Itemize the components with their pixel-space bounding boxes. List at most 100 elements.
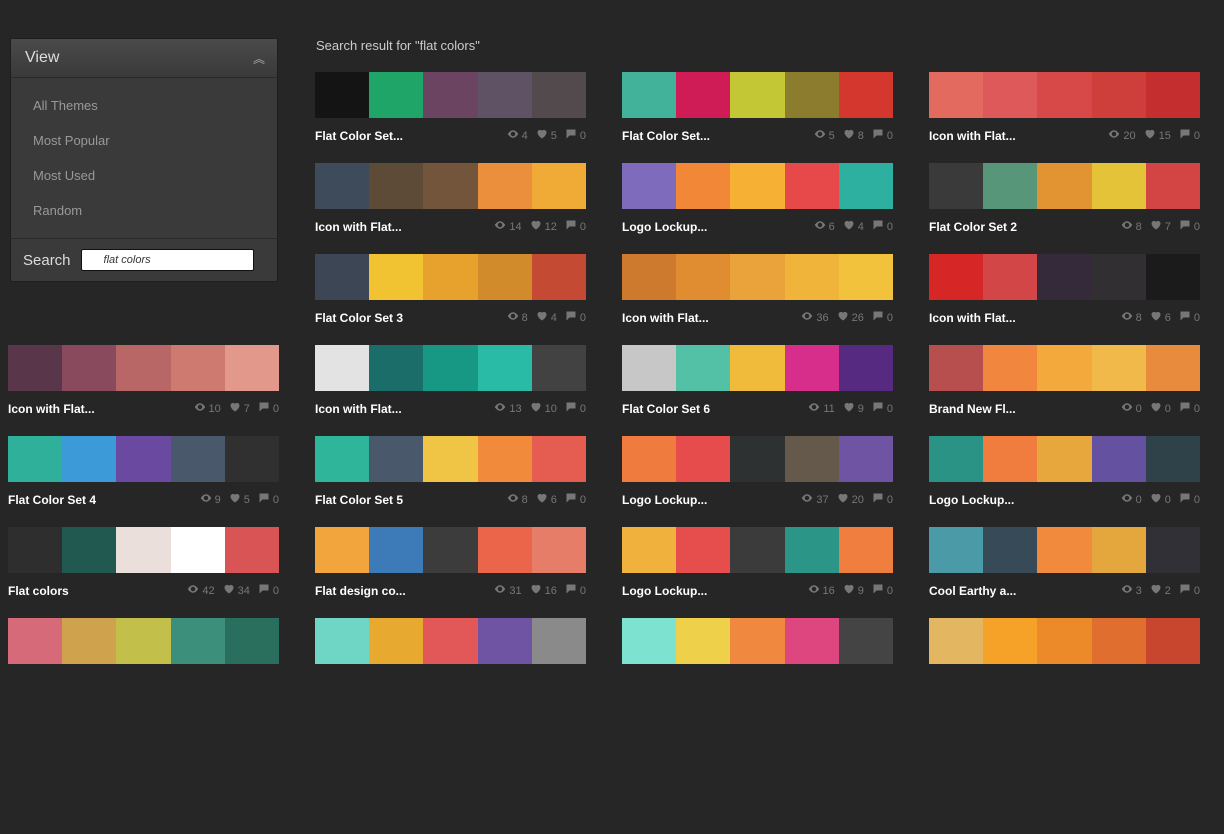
color-swatch[interactable]	[8, 345, 62, 391]
color-swatch[interactable]	[315, 436, 369, 482]
color-swatch[interactable]	[532, 254, 586, 300]
color-swatch[interactable]	[315, 72, 369, 118]
color-swatch[interactable]	[1037, 72, 1091, 118]
color-swatch[interactable]	[730, 527, 784, 573]
color-swatch[interactable]	[369, 345, 423, 391]
color-swatch[interactable]	[622, 72, 676, 118]
palette-name[interactable]: Flat Color Set 6	[622, 402, 710, 416]
palette-name[interactable]: Flat Color Set...	[622, 129, 710, 143]
color-swatch[interactable]	[171, 527, 225, 573]
color-swatch[interactable]	[1092, 254, 1146, 300]
color-swatch[interactable]	[478, 618, 532, 664]
color-swatch[interactable]	[622, 527, 676, 573]
color-swatch[interactable]	[8, 618, 62, 664]
color-swatch[interactable]	[839, 163, 893, 209]
color-swatch[interactable]	[1146, 345, 1200, 391]
color-swatch[interactable]	[478, 254, 532, 300]
color-swatch[interactable]	[983, 163, 1037, 209]
color-swatch[interactable]	[315, 345, 369, 391]
color-swatch[interactable]	[676, 618, 730, 664]
palette-name[interactable]: Icon with Flat...	[315, 220, 402, 234]
color-swatch[interactable]	[622, 618, 676, 664]
color-swatch[interactable]	[676, 436, 730, 482]
color-swatch[interactable]	[839, 345, 893, 391]
color-swatch[interactable]	[1092, 72, 1146, 118]
palette-swatches[interactable]	[622, 527, 893, 573]
palette-swatches[interactable]	[929, 163, 1200, 209]
color-swatch[interactable]	[225, 527, 279, 573]
color-swatch[interactable]	[785, 436, 839, 482]
color-swatch[interactable]	[785, 527, 839, 573]
color-swatch[interactable]	[676, 254, 730, 300]
palette-swatches[interactable]	[315, 527, 586, 573]
palette-swatches[interactable]	[8, 527, 279, 573]
color-swatch[interactable]	[983, 345, 1037, 391]
color-swatch[interactable]	[785, 72, 839, 118]
palette-name[interactable]: Icon with Flat...	[8, 402, 95, 416]
palette-swatches[interactable]	[8, 436, 279, 482]
palette-swatches[interactable]	[8, 618, 279, 664]
color-swatch[interactable]	[676, 72, 730, 118]
color-swatch[interactable]	[532, 527, 586, 573]
palette-swatches[interactable]	[315, 163, 586, 209]
palette-swatches[interactable]	[929, 436, 1200, 482]
palette-swatches[interactable]	[315, 72, 586, 118]
color-swatch[interactable]	[423, 72, 477, 118]
color-swatch[interactable]	[1092, 436, 1146, 482]
color-swatch[interactable]	[1146, 618, 1200, 664]
color-swatch[interactable]	[785, 254, 839, 300]
color-swatch[interactable]	[8, 436, 62, 482]
color-swatch[interactable]	[532, 618, 586, 664]
color-swatch[interactable]	[785, 618, 839, 664]
color-swatch[interactable]	[369, 163, 423, 209]
palette-name[interactable]: Icon with Flat...	[929, 129, 1016, 143]
color-swatch[interactable]	[315, 254, 369, 300]
palette-swatches[interactable]	[622, 436, 893, 482]
color-swatch[interactable]	[1037, 345, 1091, 391]
color-swatch[interactable]	[622, 436, 676, 482]
color-swatch[interactable]	[983, 436, 1037, 482]
color-swatch[interactable]	[116, 618, 170, 664]
color-swatch[interactable]	[62, 345, 116, 391]
color-swatch[interactable]	[929, 436, 983, 482]
color-swatch[interactable]	[225, 345, 279, 391]
color-swatch[interactable]	[1092, 345, 1146, 391]
palette-name[interactable]: Logo Lockup...	[622, 493, 707, 507]
color-swatch[interactable]	[116, 345, 170, 391]
color-swatch[interactable]	[839, 254, 893, 300]
palette-name[interactable]: Flat colors	[8, 584, 69, 598]
color-swatch[interactable]	[676, 163, 730, 209]
palette-swatches[interactable]	[315, 345, 586, 391]
color-swatch[interactable]	[929, 254, 983, 300]
color-swatch[interactable]	[369, 436, 423, 482]
color-swatch[interactable]	[730, 163, 784, 209]
color-swatch[interactable]	[1092, 527, 1146, 573]
collapse-icon[interactable]: ︽	[253, 50, 263, 67]
color-swatch[interactable]	[1037, 527, 1091, 573]
color-swatch[interactable]	[929, 345, 983, 391]
palette-swatches[interactable]	[315, 254, 586, 300]
color-swatch[interactable]	[116, 436, 170, 482]
color-swatch[interactable]	[929, 527, 983, 573]
color-swatch[interactable]	[929, 618, 983, 664]
palette-swatches[interactable]	[929, 618, 1200, 664]
color-swatch[interactable]	[730, 618, 784, 664]
palette-swatches[interactable]	[315, 618, 586, 664]
color-swatch[interactable]	[622, 345, 676, 391]
color-swatch[interactable]	[62, 527, 116, 573]
palette-swatches[interactable]	[622, 72, 893, 118]
palette-name[interactable]: Icon with Flat...	[929, 311, 1016, 325]
color-swatch[interactable]	[171, 618, 225, 664]
color-swatch[interactable]	[369, 618, 423, 664]
color-swatch[interactable]	[1146, 163, 1200, 209]
color-swatch[interactable]	[171, 436, 225, 482]
color-swatch[interactable]	[116, 527, 170, 573]
color-swatch[interactable]	[423, 254, 477, 300]
color-swatch[interactable]	[532, 72, 586, 118]
color-swatch[interactable]	[730, 345, 784, 391]
color-swatch[interactable]	[1146, 527, 1200, 573]
color-swatch[interactable]	[1037, 618, 1091, 664]
color-swatch[interactable]	[478, 72, 532, 118]
color-swatch[interactable]	[423, 163, 477, 209]
palette-swatches[interactable]	[622, 618, 893, 664]
